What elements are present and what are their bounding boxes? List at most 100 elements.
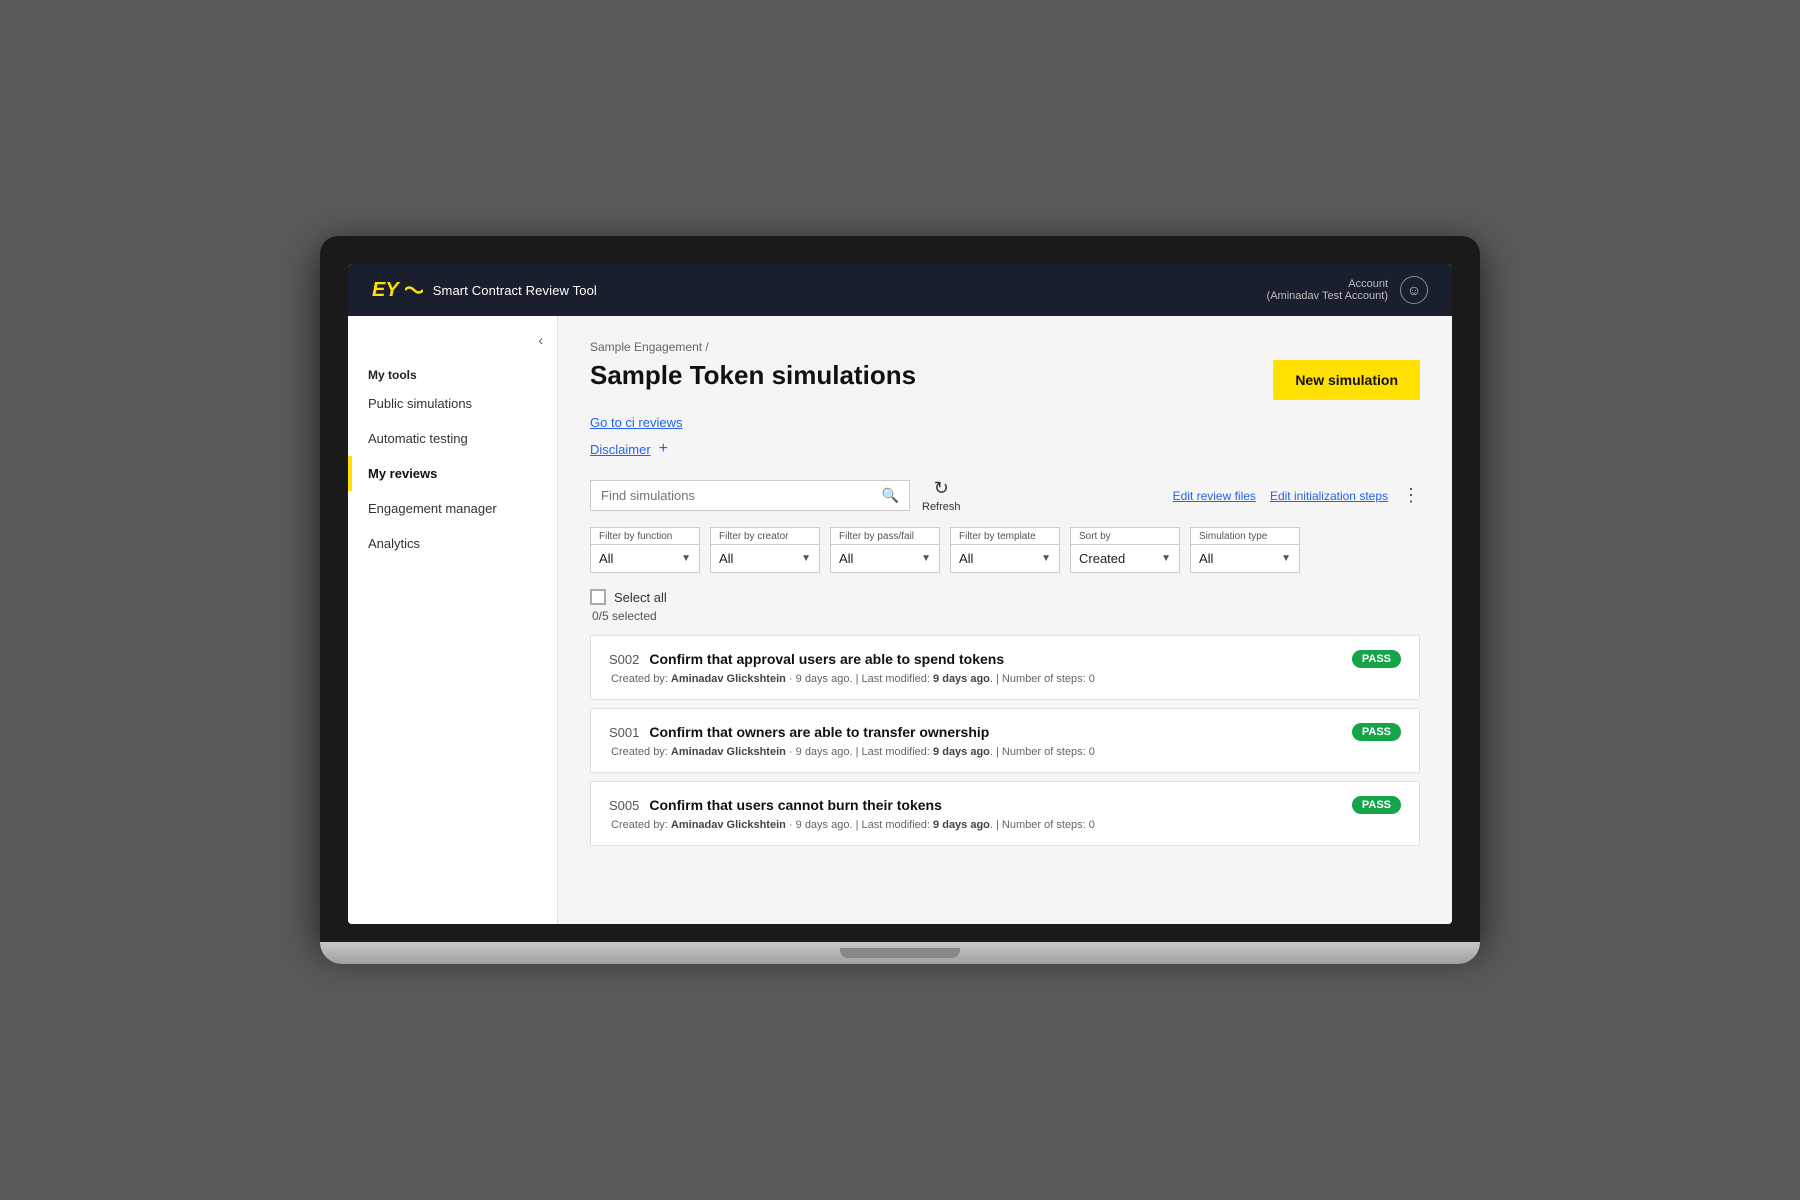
edit-review-files-link[interactable]: Edit review files (1173, 489, 1256, 503)
filter-creator-select[interactable]: All ▼ (710, 544, 820, 573)
sim-steps: 0 (1089, 819, 1095, 831)
content-area: Sample Engagement / Sample Token simulat… (558, 316, 1452, 924)
sidebar-section-label: My tools (348, 360, 557, 386)
app-container: EY Smart Contract Review Tool Account (A… (348, 264, 1452, 924)
sim-title: Confirm that approval users are able to … (649, 651, 1341, 667)
more-options-icon[interactable]: ⋮ (1402, 485, 1420, 506)
search-input[interactable] (601, 488, 882, 503)
sidebar-item-label: Automatic testing (368, 431, 468, 446)
sim-creator: Aminadav Glickshtein (671, 746, 786, 758)
laptop-screen: EY Smart Contract Review Tool Account (A… (348, 264, 1452, 924)
filter-pass-fail-select[interactable]: All ▼ (830, 544, 940, 573)
disclaimer-link[interactable]: Disclaimer (590, 442, 651, 457)
sidebar: ‹ My tools Public simulations Automatic … (348, 316, 558, 924)
filters-row: Filter by function All ▼ Filter by creat… (590, 527, 1420, 573)
breadcrumb: Sample Engagement / (590, 340, 1420, 354)
toolbar-row: 🔍 ↻ Refresh Edit review files Edit initi… (590, 478, 1420, 513)
sort-by-group: Sort by Created ▼ (1070, 527, 1180, 573)
collapse-sidebar-button[interactable]: ‹ (538, 332, 543, 348)
sidebar-toggle: ‹ (348, 332, 557, 360)
select-all-text: Select all (614, 590, 667, 605)
laptop-base (320, 942, 1480, 964)
search-icon: 🔍 (882, 487, 899, 504)
filter-template-select[interactable]: All ▼ (950, 544, 1060, 573)
laptop-shell: EY Smart Contract Review Tool Account (A… (320, 236, 1480, 964)
account-icon[interactable]: ☺ (1400, 276, 1428, 304)
add-disclaimer-icon[interactable]: + (659, 440, 668, 458)
app-title: Smart Contract Review Tool (433, 283, 597, 298)
table-row[interactable]: S001 Confirm that owners are able to tra… (590, 708, 1420, 773)
sim-steps: 0 (1089, 673, 1095, 685)
selected-count: 0/5 selected (590, 609, 1420, 623)
filter-pass-fail-label: Filter by pass/fail (830, 527, 940, 544)
sim-created-ago: 9 days ago (796, 746, 850, 758)
filter-function-select[interactable]: All ▼ (590, 544, 700, 573)
status-badge: PASS (1352, 796, 1401, 814)
table-row[interactable]: S005 Confirm that users cannot burn thei… (590, 781, 1420, 846)
page-title-group: Sample Token simulations (590, 360, 916, 391)
filter-template-label: Filter by template (950, 527, 1060, 544)
new-simulation-button[interactable]: New simulation (1273, 360, 1420, 400)
sim-meta: Created by: Aminadav Glickshtein · 9 day… (609, 673, 1401, 685)
sim-meta: Created by: Aminadav Glickshtein · 9 day… (609, 746, 1401, 758)
sidebar-item-label: Engagement manager (368, 501, 497, 516)
chevron-down-icon: ▼ (801, 553, 811, 564)
sim-modified-ago: 9 days ago (933, 819, 990, 831)
sim-card-header: S002 Confirm that approval users are abl… (609, 650, 1401, 668)
sim-id: S002 (609, 652, 639, 667)
page-header: Sample Token simulations New simulation (590, 360, 1420, 400)
sim-card-header: S005 Confirm that users cannot burn thei… (609, 796, 1401, 814)
filter-function-group: Filter by function All ▼ (590, 527, 700, 573)
top-nav: EY Smart Contract Review Tool Account (A… (348, 264, 1452, 316)
sim-meta: Created by: Aminadav Glickshtein · 9 day… (609, 819, 1401, 831)
table-row[interactable]: S002 Confirm that approval users are abl… (590, 635, 1420, 700)
ey-logo: EY (372, 280, 423, 300)
sidebar-item-engagement-manager[interactable]: Engagement manager (348, 491, 557, 526)
sim-creator: Aminadav Glickshtein (671, 819, 786, 831)
select-all-checkbox[interactable] (590, 589, 606, 605)
chevron-down-icon: ▼ (1161, 553, 1171, 564)
sort-by-label: Sort by (1070, 527, 1180, 544)
sidebar-item-label: My reviews (368, 466, 437, 481)
status-badge: PASS (1352, 650, 1401, 668)
account-info: Account (Aminadav Test Account) (1267, 278, 1388, 302)
main-area: ‹ My tools Public simulations Automatic … (348, 316, 1452, 924)
sim-id: S005 (609, 798, 639, 813)
simulations-list: S002 Confirm that approval users are abl… (590, 635, 1420, 846)
sim-title: Confirm that owners are able to transfer… (649, 724, 1341, 740)
ci-reviews-link[interactable]: Go to ci reviews (590, 415, 682, 430)
sort-by-select[interactable]: Created ▼ (1070, 544, 1180, 573)
sidebar-item-public-simulations[interactable]: Public simulations (348, 386, 557, 421)
sim-title: Confirm that users cannot burn their tok… (649, 797, 1341, 813)
ey-mark: EY (372, 280, 399, 300)
select-all-row: Select all 0/5 selected (590, 589, 1420, 623)
refresh-icon: ↻ (934, 478, 949, 499)
sim-type-group: Simulation type All ▼ (1190, 527, 1300, 573)
disclaimer-row: Disclaimer + (590, 440, 1420, 458)
nav-right: Account (Aminadav Test Account) ☺ (1267, 276, 1428, 304)
sidebar-item-automatic-testing[interactable]: Automatic testing (348, 421, 557, 456)
sim-type-select[interactable]: All ▼ (1190, 544, 1300, 573)
ey-tilde-icon (405, 285, 423, 295)
sim-modified-ago: 9 days ago (933, 746, 990, 758)
sidebar-item-analytics[interactable]: Analytics (348, 526, 557, 561)
sim-id: S001 (609, 725, 639, 740)
nav-left: EY Smart Contract Review Tool (372, 280, 597, 300)
chevron-down-icon: ▼ (681, 553, 691, 564)
toolbar-links: Edit review files Edit initialization st… (1173, 485, 1420, 506)
filter-creator-label: Filter by creator (710, 527, 820, 544)
sim-created-ago: 9 days ago (796, 819, 850, 831)
sim-type-label: Simulation type (1190, 527, 1300, 544)
edit-init-steps-link[interactable]: Edit initialization steps (1270, 489, 1388, 503)
status-badge: PASS (1352, 723, 1401, 741)
filter-template-group: Filter by template All ▼ (950, 527, 1060, 573)
sidebar-item-my-reviews[interactable]: My reviews (348, 456, 557, 491)
refresh-button[interactable]: ↻ Refresh (922, 478, 961, 513)
sim-created-ago: 9 days ago (796, 673, 850, 685)
sim-steps: 0 (1089, 746, 1095, 758)
select-all-label[interactable]: Select all (590, 589, 1420, 605)
search-box: 🔍 (590, 480, 910, 511)
chevron-down-icon: ▼ (1041, 553, 1051, 564)
sidebar-item-label: Public simulations (368, 396, 472, 411)
screen-bezel: EY Smart Contract Review Tool Account (A… (320, 236, 1480, 942)
